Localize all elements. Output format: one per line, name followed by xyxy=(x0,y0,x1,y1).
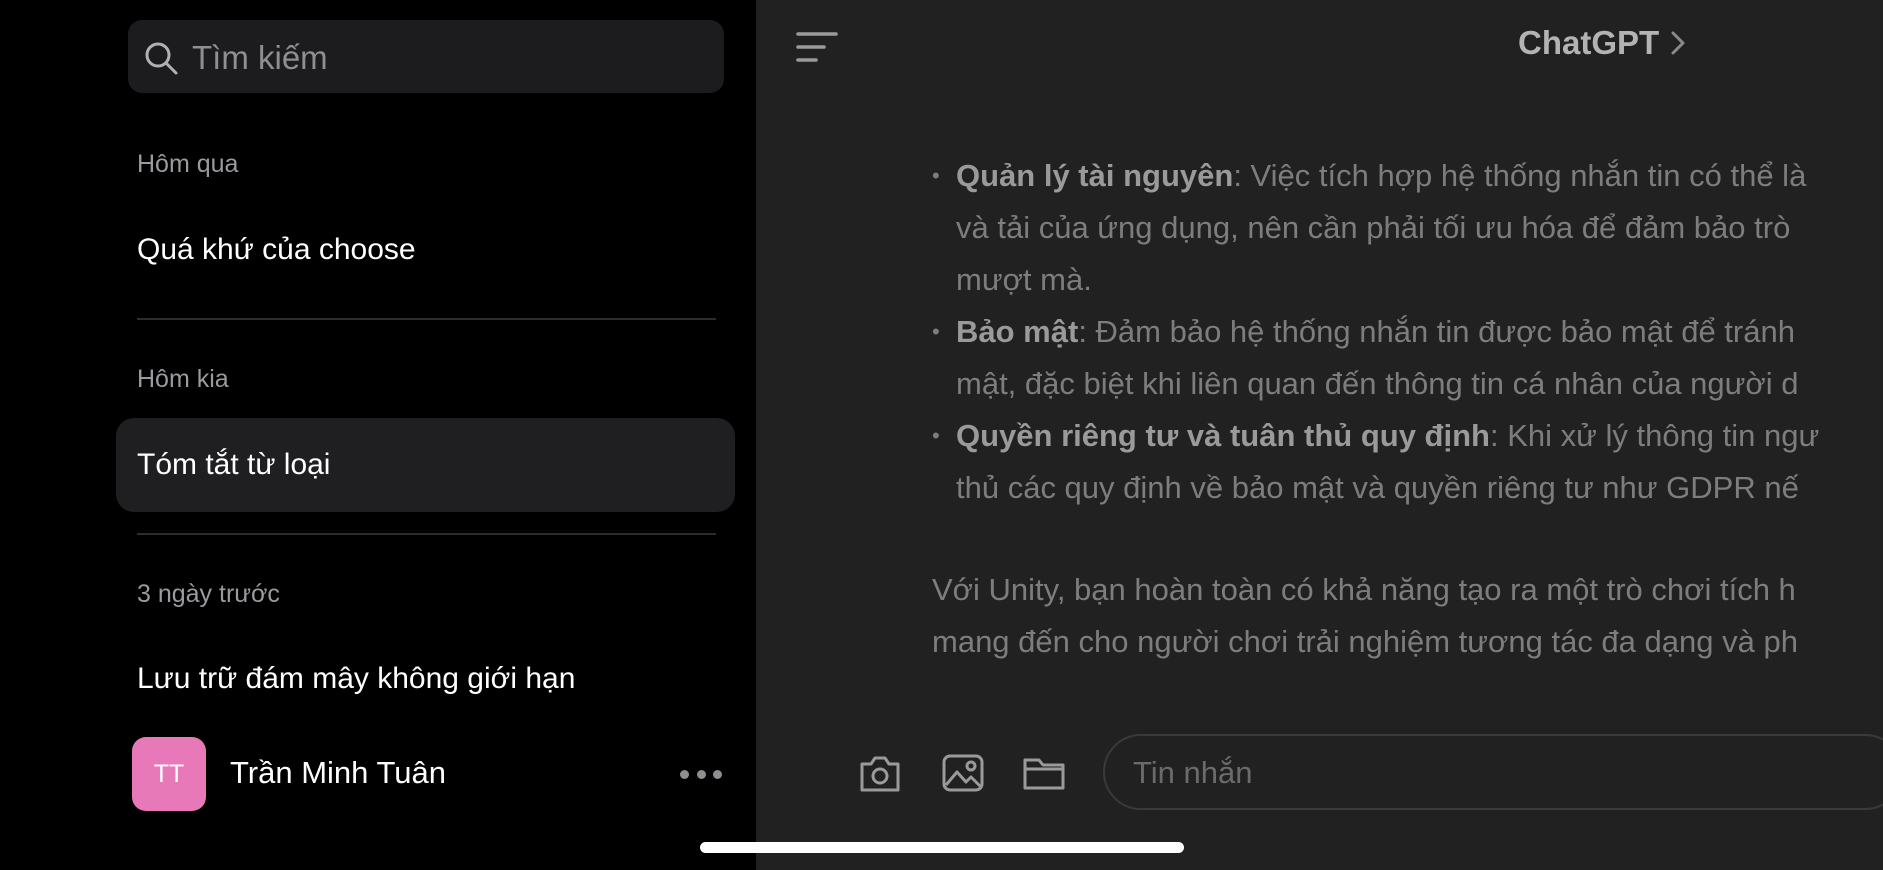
menu-icon[interactable] xyxy=(796,30,838,64)
more-icon[interactable] xyxy=(680,755,722,793)
camera-icon[interactable] xyxy=(858,752,902,794)
message-paragraph: Với Unity, bạn hoàn toàn có khả năng tạo… xyxy=(932,564,1883,668)
search-bar[interactable] xyxy=(128,20,724,95)
paragraph-line: mang đến cho người chơi trải nghiệm tươn… xyxy=(932,624,1798,659)
home-indicator xyxy=(700,842,1184,853)
avatar: TT xyxy=(132,737,206,811)
divider xyxy=(137,318,716,320)
bullet-text: mượt mà. xyxy=(956,262,1092,297)
divider xyxy=(137,533,716,535)
bullet-text: : Đảm bảo hệ thống nhắn tin được bảo mật… xyxy=(1078,314,1795,349)
section-label-3-days: 3 ngày trước xyxy=(137,580,280,608)
chat-main: ChatGPT • Quản lý tài nguyên: Việc tích … xyxy=(756,0,1883,870)
bullet-text: thủ các quy định về bảo mật và quyền riê… xyxy=(956,470,1799,505)
user-name: Trần Minh Tuân xyxy=(230,755,446,790)
bullet-text: mật, đặc biệt khi liên quan đến thông ti… xyxy=(956,366,1799,401)
chat-item-label: Tóm tắt từ loại xyxy=(137,448,331,481)
chat-item-label: Quá khứ của choose xyxy=(137,233,416,266)
user-profile-row[interactable]: TT Trần Minh Tuân xyxy=(132,737,722,811)
model-selector[interactable]: ChatGPT xyxy=(1518,24,1687,62)
section-label-day-before: Hôm kia xyxy=(137,365,229,393)
bullet-dot: • xyxy=(932,423,940,448)
photo-icon[interactable] xyxy=(941,752,985,794)
chevron-right-icon xyxy=(1671,31,1685,55)
bullet-dot: • xyxy=(932,163,940,188)
bullet-dot: • xyxy=(932,319,940,344)
message-composer[interactable] xyxy=(1103,734,1883,810)
search-input[interactable] xyxy=(190,20,714,95)
bullet-text: và tải của ứng dụng, nên cần phải tối ưu… xyxy=(956,210,1791,245)
folder-icon[interactable] xyxy=(1022,752,1066,794)
search-icon xyxy=(145,42,178,75)
paragraph-line: Với Unity, bạn hoàn toàn có khả năng tạo… xyxy=(932,572,1796,607)
page-title: ChatGPT xyxy=(1518,24,1660,61)
chat-item-active[interactable]: Tóm tắt từ loại xyxy=(116,418,735,512)
list-item: • Quản lý tài nguyên: Việc tích hợp hệ t… xyxy=(932,150,1883,306)
chat-item-label: Lưu trữ đám mây không giới hạn xyxy=(137,662,576,695)
sidebar: Hôm qua Quá khứ của choose Hôm kia Tóm t… xyxy=(0,0,756,870)
list-item: • Bảo mật: Đảm bảo hệ thống nhắn tin đượ… xyxy=(932,306,1883,410)
assistant-message: • Quản lý tài nguyên: Việc tích hợp hệ t… xyxy=(932,150,1883,668)
message-input[interactable] xyxy=(1131,736,1835,810)
bullet-title: Quản lý tài nguyên xyxy=(956,158,1234,193)
bullet-title: Bảo mật xyxy=(956,314,1079,349)
section-label-yesterday: Hôm qua xyxy=(137,150,239,178)
bullet-text: : Việc tích hợp hệ thống nhắn tin có thể… xyxy=(1233,158,1807,193)
chat-item[interactable]: Quá khứ của choose xyxy=(116,203,735,297)
bullet-text: : Khi xử lý thông tin ngư xyxy=(1489,418,1820,453)
chat-item[interactable]: Lưu trữ đám mây không giới hạn xyxy=(116,632,735,726)
bullet-title: Quyền riêng tư và tuân thủ quy định xyxy=(956,418,1490,453)
list-item: • Quyền riêng tư và tuân thủ quy định: K… xyxy=(932,410,1883,514)
